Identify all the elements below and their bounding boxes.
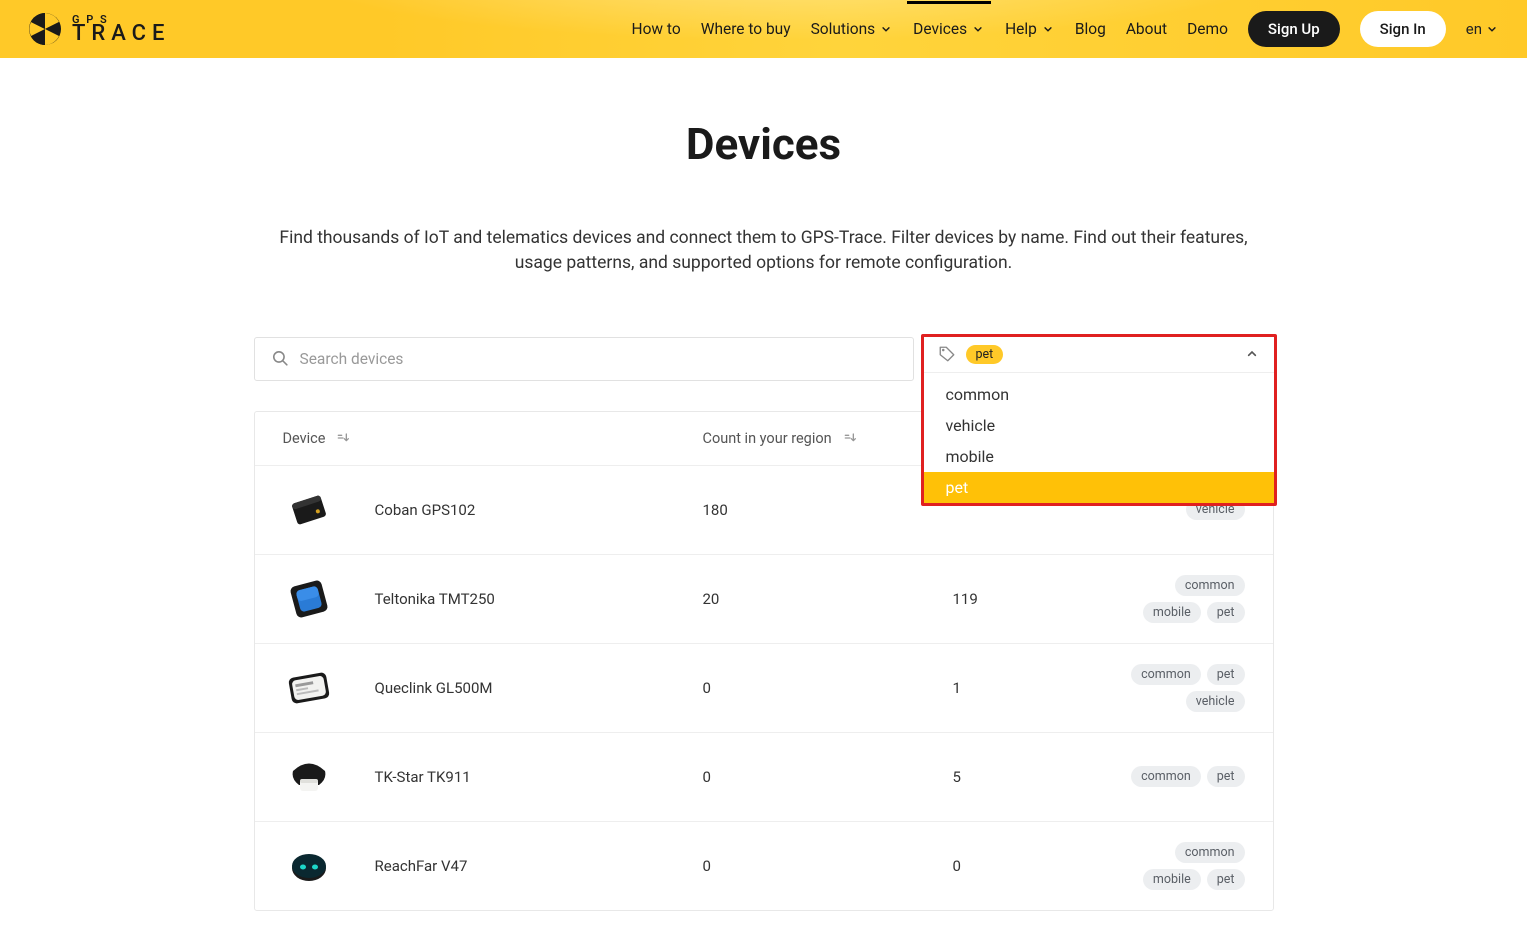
table-row[interactable]: Queclink GL500M 0 1 common pet vehicle [255,643,1273,732]
logo[interactable]: G P STRACE [28,12,170,46]
tag-pill: mobile [1143,869,1201,890]
filter-option-pet[interactable]: pet [924,472,1274,503]
chevron-down-icon [879,22,893,36]
col-count[interactable]: Count in your region [703,430,832,447]
device-count: 0 [703,768,711,786]
nav-devices[interactable]: Devices [913,20,985,38]
device-name: Coban GPS102 [375,501,476,519]
device-thumb [283,840,335,892]
nav-about[interactable]: About [1126,20,1167,38]
logo-icon [28,12,62,46]
table-row[interactable]: TK-Star TK911 0 5 common pet [255,732,1273,821]
device-thumb [283,573,335,625]
device-tags: common pet vehicle [1123,664,1245,712]
signup-button[interactable]: Sign Up [1248,11,1340,47]
col-device[interactable]: Device [283,430,326,447]
tag-pill: pet [1207,869,1245,890]
tag-filter-options: commonvehiclemobilepet [924,373,1274,503]
table-row[interactable]: ReachFar V47 0 0 common mobile pet [255,821,1273,910]
chevron-down-icon [971,22,985,36]
device-count: 20 [703,590,720,608]
device-tags: common mobile pet [1123,575,1245,623]
device-thumb [283,484,335,536]
device-tags: common mobile pet [1123,842,1245,890]
device-thumb [283,662,335,714]
sort-icon[interactable] [335,430,351,446]
device-count: 0 [703,857,711,875]
tag-filter-dropdown: pet commonvehiclemobilepet [921,334,1277,506]
search-box[interactable] [254,337,914,381]
chevron-up-icon [1244,346,1260,362]
filter-selected-chip[interactable]: pet [966,345,1004,364]
tag-pill: pet [1207,664,1245,685]
tag-pill: common [1131,766,1201,787]
tag-pill: mobile [1143,602,1201,623]
filter-option-common[interactable]: common [924,379,1274,410]
signin-button[interactable]: Sign In [1360,11,1446,47]
device-tags: common pet [1123,766,1245,787]
nav-demo[interactable]: Demo [1187,20,1228,38]
chevron-down-icon [1041,22,1055,36]
chevron-down-icon [1485,22,1499,36]
filter-option-vehicle[interactable]: vehicle [924,410,1274,441]
device-port: 5 [953,768,961,786]
tag-filter-header[interactable]: pet [924,337,1274,373]
search-input[interactable] [300,350,897,368]
header: G P STRACE How to Where to buy Solutions… [0,0,1527,58]
tag-pill: common [1175,575,1245,596]
tag-icon [938,345,956,363]
tag-pill: pet [1207,602,1245,623]
page-content: Devices Find thousands of IoT and telema… [234,58,1294,951]
device-port: 119 [953,590,978,608]
device-port: 0 [953,857,961,875]
filter-option-mobile[interactable]: mobile [924,441,1274,472]
table-row[interactable]: Teltonika TMT250 20 119 common mobile pet [255,554,1273,643]
device-name: TK-Star TK911 [375,768,471,786]
nav-how-to[interactable]: How to [632,20,681,38]
sort-icon[interactable] [842,430,858,446]
tag-pill: common [1131,664,1201,685]
tag-pill: vehicle [1186,691,1245,712]
nav-help[interactable]: Help [1005,20,1055,38]
tag-pill: common [1175,842,1245,863]
search-icon [271,349,290,368]
search-row: pet commonvehiclemobilepet [254,337,1274,381]
device-count: 180 [703,501,728,519]
device-name: Teltonika TMT250 [375,590,495,608]
device-port: 1 [953,679,961,697]
device-name: Queclink GL500M [375,679,493,697]
device-count: 0 [703,679,711,697]
tag-pill: pet [1207,766,1245,787]
nav-where-to-buy[interactable]: Where to buy [701,20,791,38]
device-name: ReachFar V47 [375,857,468,875]
page-title: Devices [254,118,1274,170]
language-selector[interactable]: en [1466,20,1499,38]
nav: How to Where to buy Solutions Devices He… [632,11,1499,47]
nav-solutions[interactable]: Solutions [811,20,894,38]
device-thumb [283,751,335,803]
page-subtitle: Find thousands of IoT and telematics dev… [254,226,1274,277]
nav-blog[interactable]: Blog [1075,20,1106,38]
logo-text: G P STRACE [72,14,170,45]
